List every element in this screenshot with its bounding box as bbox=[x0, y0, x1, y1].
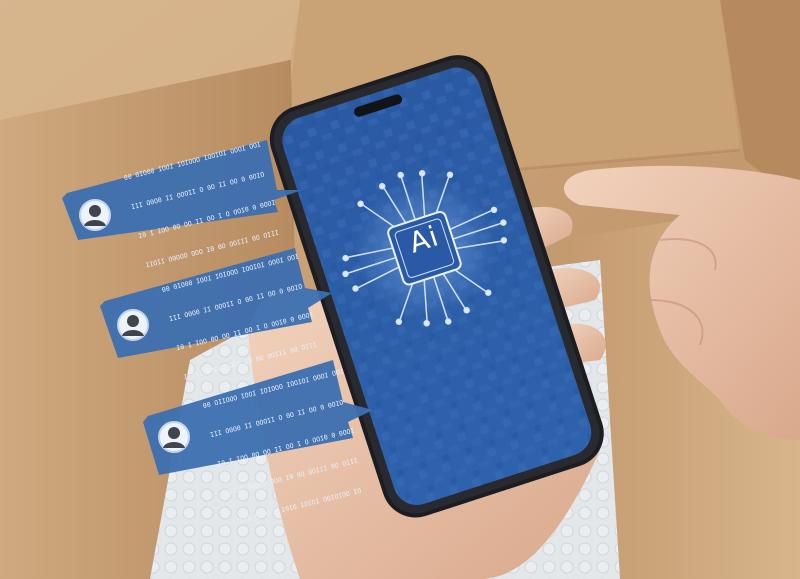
chat-bubble: 00 OIIOOO IOOI IOIOOO IOOIOI OOOI OOI II… bbox=[143, 360, 383, 527]
chat-bubble: 00 0IO00 IOOI IOIOOO IOOIOI OOOI OOI III… bbox=[62, 140, 302, 299]
user-avatar-icon bbox=[158, 421, 190, 453]
user-avatar-icon bbox=[79, 199, 111, 231]
photo-scene: Ai 00 0IO00 IOOI IOIOOO IOOIOI OOOI OOI … bbox=[0, 0, 800, 579]
user-avatar-icon bbox=[117, 309, 149, 341]
chat-bubble: 00 0IO00 IOOI IOIOOO IOOIOI OOOI OOI III… bbox=[100, 248, 340, 411]
